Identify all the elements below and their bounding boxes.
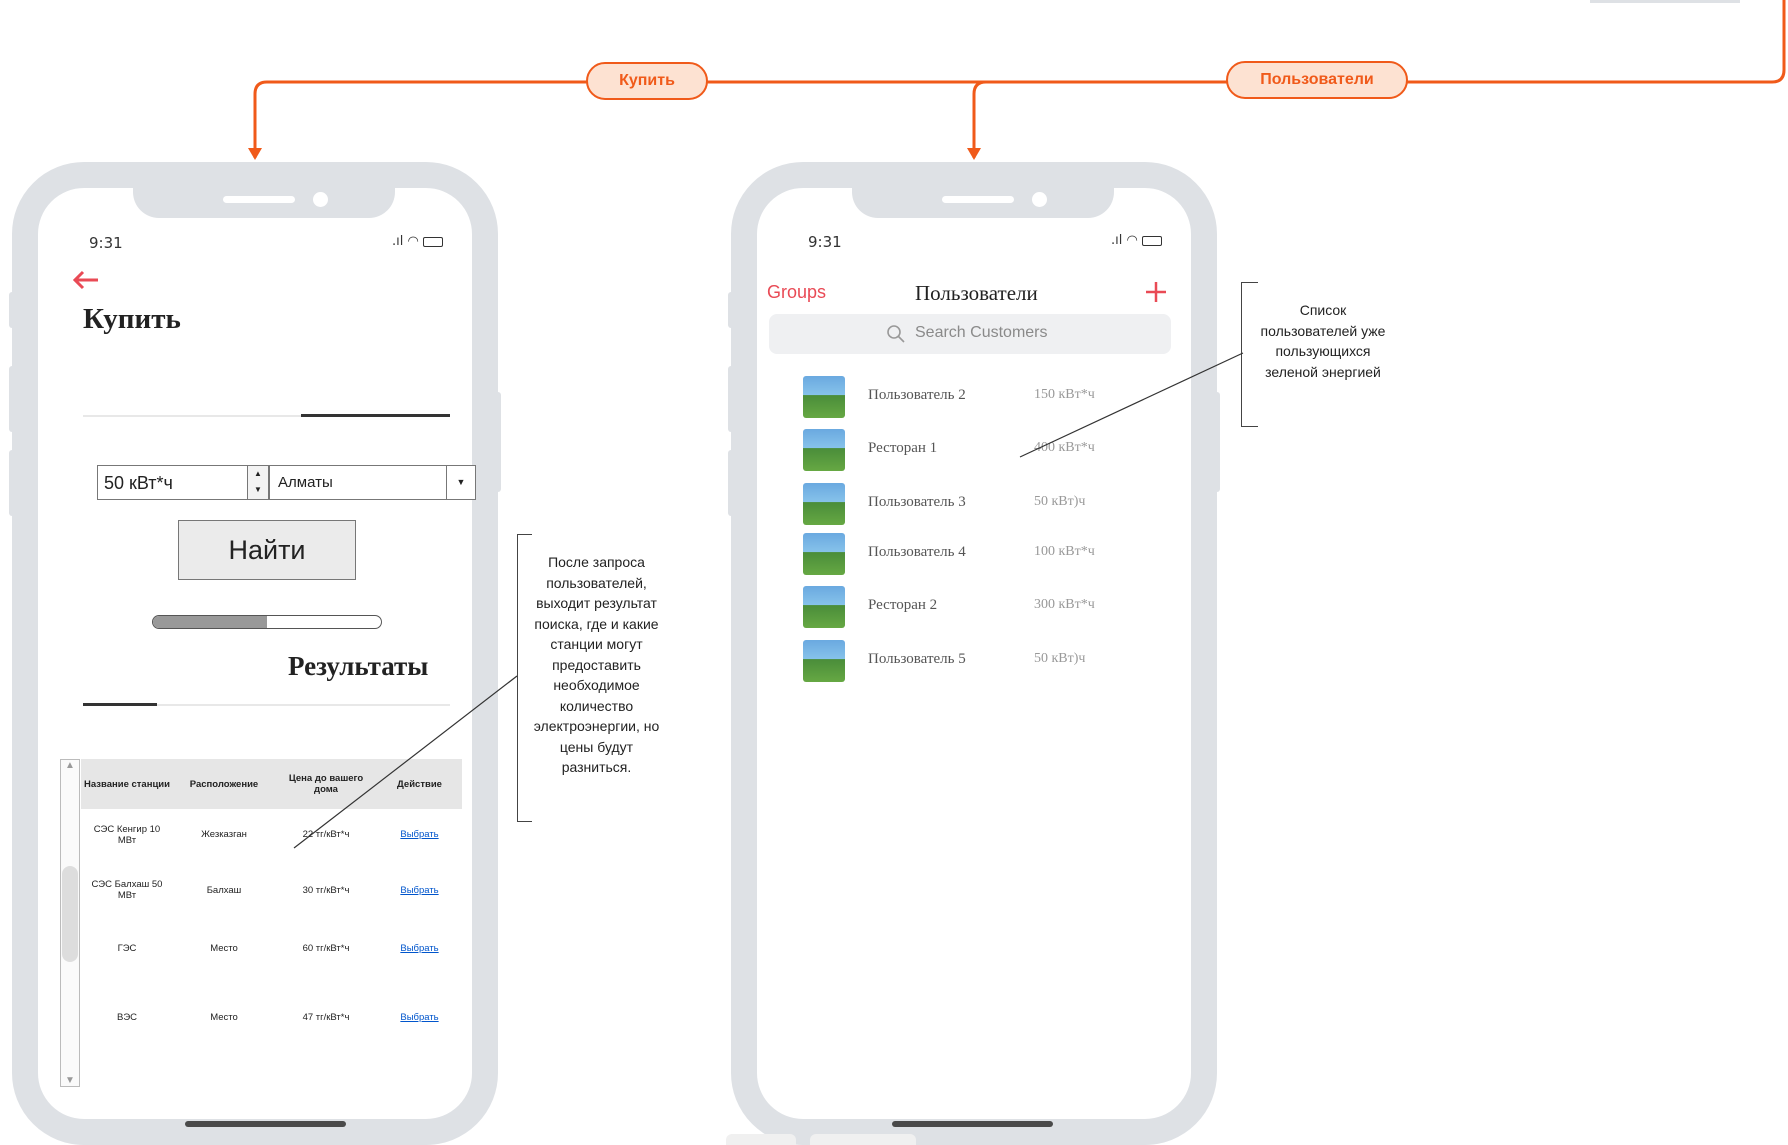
offscreen-fragment: [810, 1134, 916, 1145]
offscreen-fragment: [726, 1134, 796, 1145]
annotation-pointer: [1019, 352, 1244, 458]
